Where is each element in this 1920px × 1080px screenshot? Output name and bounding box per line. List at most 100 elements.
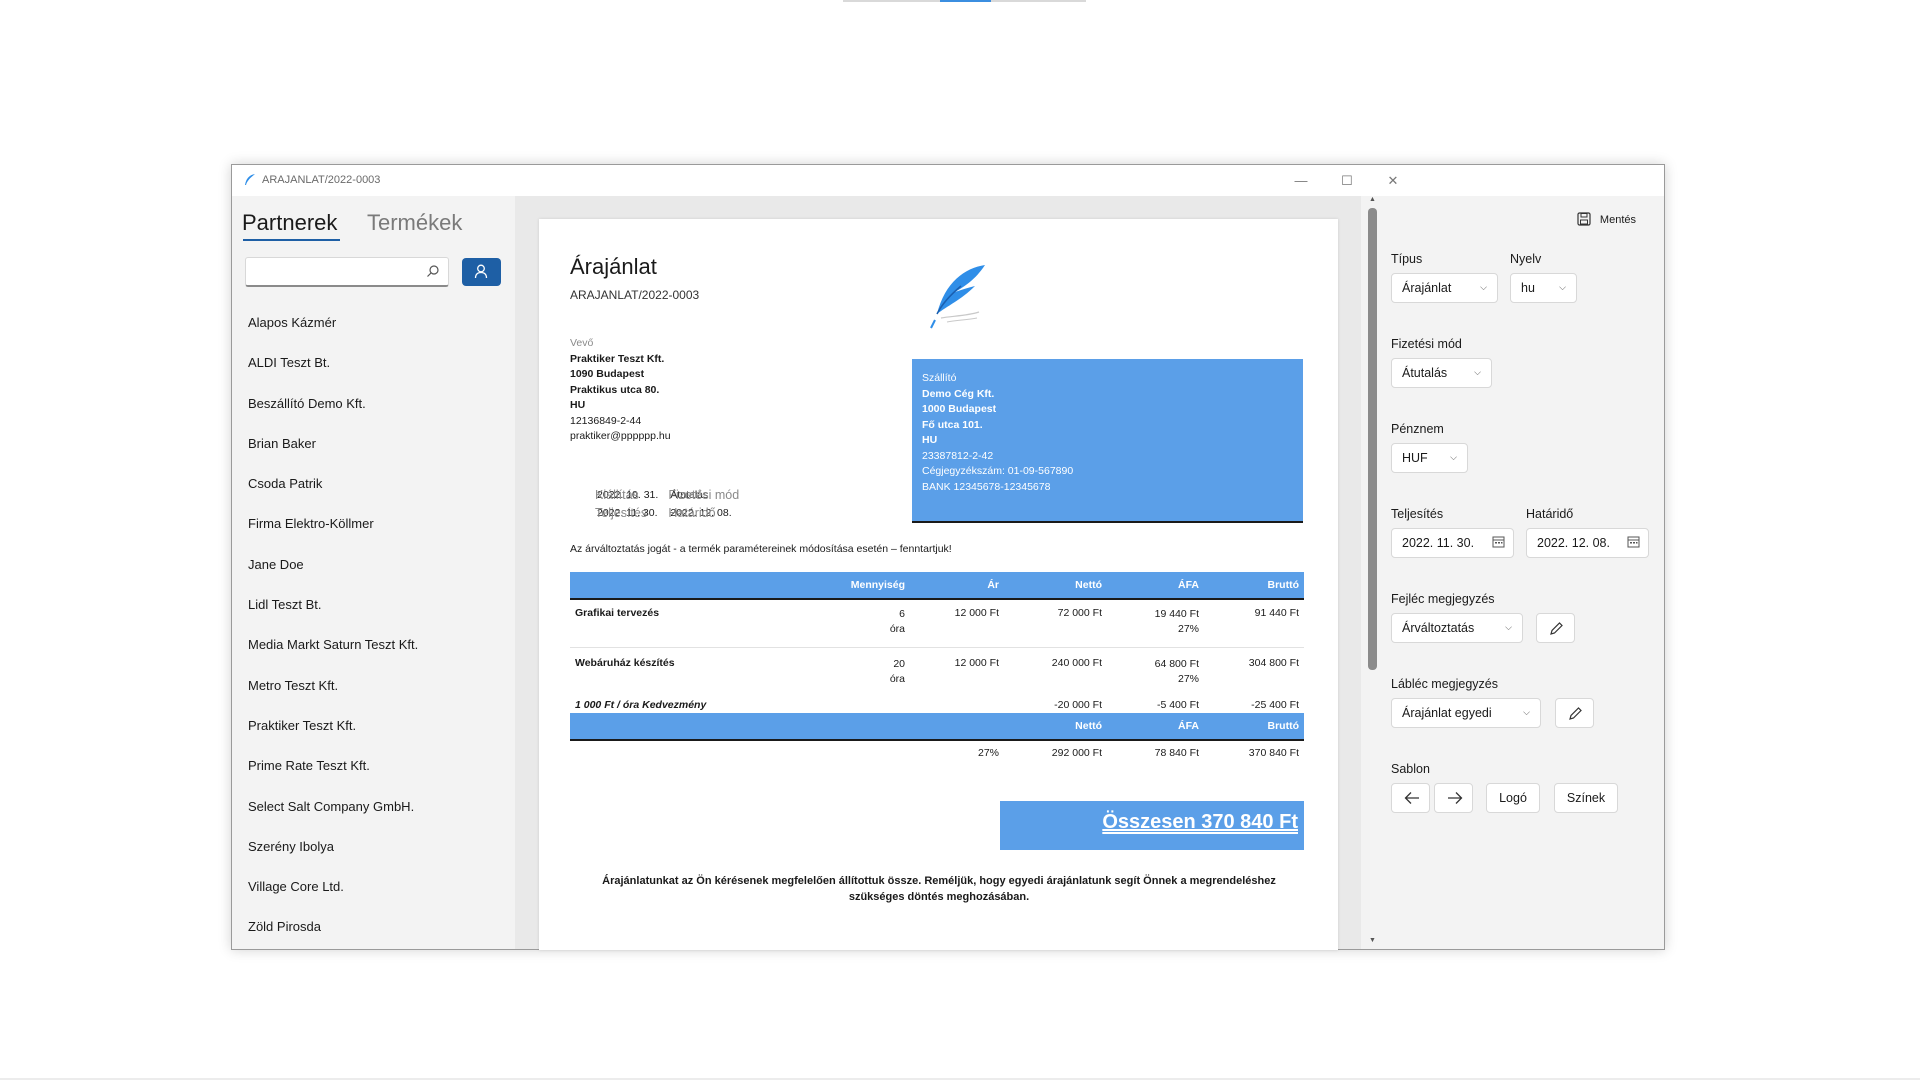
buyer-street: Praktikus utca 80. xyxy=(570,383,660,396)
arrow-left-icon xyxy=(1404,792,1419,804)
buyer-block: Vevő Praktiker Teszt Kft. 1090 Budapest … xyxy=(570,336,671,445)
scrollbar-thumb[interactable] xyxy=(1368,208,1377,670)
search-icon[interactable] xyxy=(426,264,440,278)
buyer-label: Vevő xyxy=(570,337,594,349)
partner-item[interactable]: Brian Baker xyxy=(232,435,515,475)
add-partner-button[interactable] xyxy=(462,258,501,286)
partner-item[interactable]: Beszállító Demo Kft. xyxy=(232,395,515,435)
column-header-vat: ÁFA xyxy=(1107,572,1204,600)
type-dropdown[interactable]: Árajánlat ⌵ xyxy=(1391,273,1498,303)
partner-item[interactable]: Select Salt Company GmbH. xyxy=(232,798,515,838)
partner-item[interactable]: Csoda Patrik xyxy=(232,475,515,515)
previous-template-button[interactable] xyxy=(1391,783,1430,813)
calendar-icon xyxy=(1627,536,1640,548)
title-bar: ARAJANLAT/2022-0003 — ☐ ✕ xyxy=(232,165,1664,196)
tab-partners[interactable]: Partnerek xyxy=(242,210,337,236)
price-change-disclaimer: Az árváltoztatás jogát - a termék paramé… xyxy=(570,543,952,555)
partner-item[interactable]: Village Core Ltd. xyxy=(232,878,515,918)
summary-header-blank xyxy=(570,713,790,741)
summary-gross: 370 840 Ft xyxy=(1248,747,1299,759)
item-price: 12 000 Ft xyxy=(954,656,999,669)
due-date-label: Határidő xyxy=(1526,507,1574,521)
partner-item[interactable]: Metro Teszt Kft. xyxy=(232,677,515,717)
fulfilment-date-picker[interactable]: 2022. 11. 30. xyxy=(1391,528,1514,558)
document-title: Árajánlat xyxy=(570,254,657,279)
item-qty-value: 6 xyxy=(899,608,905,620)
items-table: Mennyiség Ár Nettó ÁFA Bruttó Grafikai t… xyxy=(570,572,1304,723)
save-button[interactable]: Mentés xyxy=(1577,212,1636,226)
item-price: 12 000 Ft xyxy=(954,607,999,619)
quote-document: Árajánlat ARAJANLAT/2022-0003 Vevő Prakt… xyxy=(539,219,1338,950)
column-header-net: Nettó xyxy=(1004,572,1107,600)
partner-item[interactable]: Szerény Ibolya xyxy=(232,838,515,878)
header-note-label: Fejléc megjegyzés xyxy=(1391,592,1495,606)
tab-products[interactable]: Termékek xyxy=(367,210,462,236)
partner-item[interactable]: Firma Elektro-Köllmer xyxy=(232,515,515,555)
summary-header-blank xyxy=(910,713,1004,741)
buyer-city: 1090 Budapest xyxy=(570,368,645,380)
due-date-picker[interactable]: 2022. 12. 08. xyxy=(1526,528,1649,558)
currency-dropdown[interactable]: HUF ⌵ xyxy=(1391,443,1468,473)
seller-tax-number: 23387812-2-42 xyxy=(922,449,994,462)
seller-block: Szállító Demo Cég Kft. 1000 Budapest Fő … xyxy=(912,359,1303,523)
table-row: Grafikai tervezés 6 óra 12 000 Ft 72 000 … xyxy=(570,599,1304,647)
arrow-right-icon xyxy=(1448,792,1463,804)
header-note-value: Árváltoztatás xyxy=(1402,621,1475,635)
seller-registration: Cégjegyzékszám: 01-09-567890 xyxy=(922,465,1074,477)
calendar-icon xyxy=(1492,536,1505,548)
settings-panel: Mentés Típus Nyelv Árajánlat ⌵ hu ⌵ Fizeté… xyxy=(1377,196,1664,949)
partner-item[interactable]: Media Markt Saturn Teszt Kft. xyxy=(232,636,515,676)
partner-item[interactable]: Zöld Pirosda xyxy=(232,918,515,958)
type-label: Típus xyxy=(1391,252,1423,266)
item-quantity: 20 óra xyxy=(790,647,910,693)
header-note-dropdown[interactable]: Árváltoztatás ⌵ xyxy=(1391,613,1523,643)
currency-label: Pénznem xyxy=(1391,422,1444,436)
partner-item[interactable]: Prime Rate Teszt Kft. xyxy=(232,757,515,797)
language-dropdown[interactable]: hu ⌵ xyxy=(1510,273,1577,303)
summary-blank xyxy=(790,740,910,766)
payment-method-dropdown[interactable]: Átutalás ⌵ xyxy=(1391,358,1492,388)
issue-date-label: Kiállítás xyxy=(595,488,639,502)
buyer-email: praktiker@pppppp.hu xyxy=(570,430,671,442)
close-button[interactable]: ✕ xyxy=(1370,165,1416,196)
item-vat-rate: 27% xyxy=(1177,623,1199,635)
next-template-button[interactable] xyxy=(1434,783,1473,813)
maximize-button[interactable]: ☐ xyxy=(1324,165,1370,196)
partner-item[interactable]: Praktiker Teszt Kft. xyxy=(232,717,515,757)
chevron-down-icon: ⌵ xyxy=(1559,282,1566,292)
partner-search-input[interactable] xyxy=(245,257,449,287)
currency-value: HUF xyxy=(1402,451,1428,465)
fulfilment-label: Teljesítés xyxy=(1391,507,1444,521)
grand-total: Összesen 370 840 Ft xyxy=(1000,801,1304,850)
pencil-icon xyxy=(1550,622,1563,635)
partner-item[interactable]: ALDI Teszt Bt. xyxy=(232,354,515,394)
summary-table: Nettó ÁFA Bruttó 27% 292 000 Ft 78 840 F… xyxy=(570,713,1304,766)
minimize-button[interactable]: — xyxy=(1278,165,1324,196)
partner-item[interactable]: Alapos Kázmér xyxy=(232,314,515,354)
pencil-icon xyxy=(1569,707,1582,720)
seller-city: 1000 Budapest xyxy=(922,403,997,415)
partner-item[interactable]: Lidl Teszt Bt. xyxy=(232,596,515,636)
edit-header-note-button[interactable] xyxy=(1536,613,1575,643)
partner-item[interactable]: Jane Doe xyxy=(232,556,515,596)
logo-button[interactable]: Logó xyxy=(1486,783,1540,813)
chevron-down-icon: ⌵ xyxy=(1450,452,1457,462)
item-vat-value: 19 440 Ft xyxy=(1154,608,1199,620)
footer-note-dropdown[interactable]: Árajánlat egyedi ⌵ xyxy=(1391,698,1541,728)
chevron-down-icon: ⌵ xyxy=(1523,707,1530,717)
item-qty-value: 20 xyxy=(893,657,905,670)
payment-method-value: Átutalás xyxy=(1402,366,1448,380)
item-net: 72 000 Ft xyxy=(1057,607,1102,619)
summary-table-header: Nettó ÁFA Bruttó xyxy=(570,713,1304,741)
top-edge-segment xyxy=(940,0,991,2)
save-icon xyxy=(1577,212,1591,226)
colors-button[interactable]: Színek xyxy=(1554,783,1618,813)
footer-note: Árajánlatunkat az Ön kérésenek megfelelő… xyxy=(602,875,1276,903)
item-name: Grafikai tervezés xyxy=(575,607,660,619)
edit-footer-note-button[interactable] xyxy=(1555,698,1594,728)
column-header-quantity: Mennyiség xyxy=(790,572,910,600)
buyer-country: HU xyxy=(570,399,586,411)
seller-country: HU xyxy=(922,434,938,446)
buyer-tax-number: 12136849-2-44 xyxy=(570,414,642,427)
item-net: 240 000 Ft xyxy=(1051,656,1102,669)
